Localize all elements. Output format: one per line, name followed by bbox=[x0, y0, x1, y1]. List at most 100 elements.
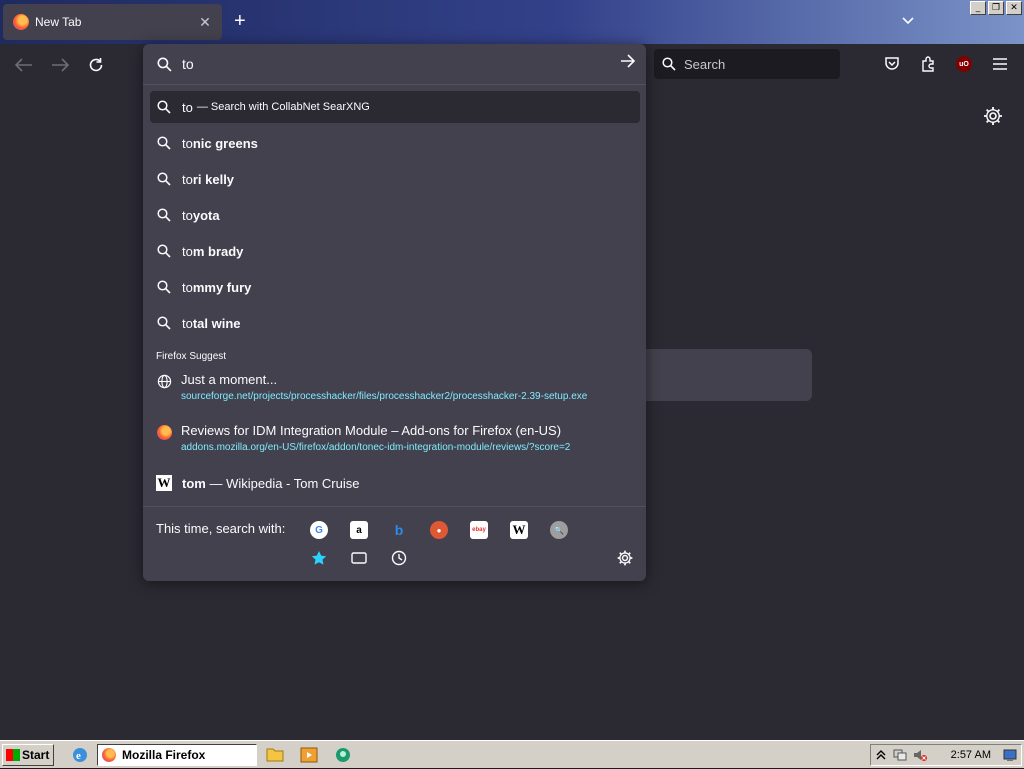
internet-explorer-icon[interactable]: e bbox=[71, 746, 89, 764]
suggestion-prefix: to bbox=[182, 171, 193, 187]
svg-text:e: e bbox=[76, 750, 81, 762]
suggestion-completion: nic greens bbox=[192, 135, 258, 151]
show-desktop-icon[interactable] bbox=[1003, 748, 1017, 762]
taskbar-firefox-button[interactable]: Mozilla Firefox bbox=[97, 744, 257, 766]
search-icon bbox=[156, 243, 172, 259]
wikipedia-result[interactable]: W tom — Wikipedia - Tom Cruise bbox=[150, 471, 640, 495]
urlbar-popup: to to — Search with CollabNet SearXNG to… bbox=[143, 44, 646, 581]
bookmarks-star-icon[interactable] bbox=[310, 549, 328, 567]
extensions-puzzle-icon[interactable] bbox=[917, 53, 939, 75]
amazon-engine-icon[interactable]: a bbox=[350, 521, 368, 539]
suggestion-completion: yota bbox=[192, 207, 220, 223]
tab-strip: New Tab ✕ + _ ❐ ✕ bbox=[0, 0, 1024, 44]
search-placeholder: Search bbox=[684, 56, 726, 72]
globe-icon bbox=[156, 373, 172, 389]
newtab-settings-gear-icon[interactable] bbox=[982, 105, 1004, 132]
firefox-logo-icon bbox=[13, 14, 29, 30]
suggestion-row[interactable]: to nic greens bbox=[150, 127, 640, 159]
tab-close-icon[interactable]: ✕ bbox=[196, 14, 214, 31]
suggestion-prefix: to bbox=[182, 243, 193, 259]
wiki-typed: tom bbox=[182, 475, 206, 491]
suggestion-completion: tal wine bbox=[192, 315, 241, 331]
search-icon bbox=[156, 279, 172, 295]
minimize-button[interactable]: _ bbox=[970, 1, 986, 15]
result-title: Just a moment... bbox=[181, 372, 278, 387]
suggestion-prefix: to bbox=[182, 315, 193, 331]
task-label: Mozilla Firefox bbox=[122, 748, 206, 762]
list-all-tabs-chevron-icon[interactable] bbox=[902, 14, 914, 28]
search-icon bbox=[156, 135, 172, 151]
firefox-suggest-result[interactable]: Just a moment... sourceforge.net/project… bbox=[150, 366, 640, 410]
tabs-icon[interactable] bbox=[350, 549, 368, 567]
windows-flag-icon bbox=[6, 749, 20, 761]
history-clock-icon[interactable] bbox=[390, 549, 408, 567]
reload-icon[interactable] bbox=[84, 53, 108, 77]
suggestion-prefix: to bbox=[182, 279, 193, 295]
result-action: — Search with CollabNet SearXNG bbox=[196, 101, 370, 113]
search-settings-gear-icon[interactable] bbox=[616, 549, 634, 572]
ublock-origin-icon[interactable]: uO bbox=[953, 53, 975, 75]
search-icon bbox=[157, 56, 172, 72]
clock: 2:57 AM bbox=[950, 749, 991, 761]
firefox-logo-icon bbox=[102, 748, 116, 762]
duckduckgo-engine-icon[interactable]: ● bbox=[430, 521, 448, 539]
wikipedia-engine-icon[interactable]: W bbox=[510, 521, 528, 539]
firefox-suggest-result[interactable]: Reviews for IDM Integration Module – Add… bbox=[150, 417, 640, 461]
window-controls: _ ❐ ✕ bbox=[970, 1, 1022, 15]
volume-muted-icon[interactable] bbox=[913, 748, 927, 762]
suggestion-row[interactable]: to mmy fury bbox=[150, 271, 640, 303]
go-arrow-icon[interactable] bbox=[620, 54, 636, 73]
pocket-icon[interactable] bbox=[881, 53, 903, 75]
start-button[interactable]: Start bbox=[2, 744, 54, 766]
search-icon bbox=[156, 171, 172, 187]
restore-button[interactable]: ❐ bbox=[988, 1, 1004, 15]
toolbar-search-field[interactable]: Search bbox=[654, 49, 840, 79]
windows-taskbar: Start e Mozilla Firefox 2:57 AM bbox=[0, 740, 1024, 768]
bing-engine-icon[interactable]: b bbox=[390, 521, 408, 539]
tab-new-tab[interactable]: New Tab ✕ bbox=[3, 4, 222, 40]
one-off-label: This time, search with: bbox=[156, 521, 286, 536]
hamburger-menu-icon[interactable] bbox=[989, 53, 1011, 75]
network-icon[interactable] bbox=[893, 748, 907, 762]
wiki-rest: — Wikipedia - Tom Cruise bbox=[209, 475, 360, 491]
heuristic-search-result[interactable]: to — Search with CollabNet SearXNG bbox=[150, 91, 640, 123]
ebay-engine-icon[interactable]: ebay bbox=[470, 521, 488, 539]
urlbar-input[interactable]: to bbox=[143, 44, 646, 84]
wikipedia-icon: W bbox=[156, 475, 172, 491]
messenger-icon[interactable] bbox=[334, 746, 352, 764]
firefox-addons-icon bbox=[156, 424, 172, 440]
media-player-icon[interactable] bbox=[300, 746, 318, 764]
suggestion-completion: m brady bbox=[192, 243, 244, 259]
tab-title: New Tab bbox=[35, 15, 82, 29]
suggestion-row[interactable]: to m brady bbox=[150, 235, 640, 267]
result-url[interactable]: sourceforge.net/projects/processhacker/f… bbox=[181, 391, 627, 402]
forward-arrow-icon[interactable] bbox=[48, 53, 72, 77]
suggestion-row[interactable]: to yota bbox=[150, 199, 640, 231]
search-icon bbox=[156, 207, 172, 223]
suggestion-row[interactable]: to ri kelly bbox=[150, 163, 640, 195]
urlbar-typed-text: to bbox=[182, 56, 194, 72]
newtab-search-box-partial[interactable] bbox=[640, 349, 812, 401]
suggestion-prefix: to bbox=[182, 135, 193, 151]
system-tray: 2:57 AM bbox=[870, 744, 1022, 766]
google-engine-icon[interactable]: G bbox=[310, 521, 328, 539]
folder-icon[interactable] bbox=[266, 746, 284, 764]
new-tab-plus-icon[interactable]: + bbox=[234, 11, 246, 31]
suggestion-completion: mmy fury bbox=[192, 279, 252, 295]
wiki-result-text: tom — Wikipedia - Tom Cruise bbox=[182, 476, 360, 491]
divider bbox=[143, 506, 646, 507]
start-label: Start bbox=[22, 748, 50, 762]
firefox-window: New Tab ✕ + _ ❐ ✕ Search uO to to — Sear… bbox=[0, 0, 1024, 740]
result-url[interactable]: addons.mozilla.org/en-US/firefox/addon/t… bbox=[181, 442, 627, 453]
divider bbox=[143, 84, 646, 85]
tray-expand-icon[interactable] bbox=[875, 748, 889, 762]
search-icon bbox=[156, 99, 172, 115]
close-window-button[interactable]: ✕ bbox=[1006, 1, 1022, 15]
searxng-engine-icon[interactable]: 🔍 bbox=[550, 521, 568, 539]
suggestion-row[interactable]: to tal wine bbox=[150, 307, 640, 339]
suggestion-prefix: to bbox=[182, 207, 193, 223]
suggestion-completion: ri kelly bbox=[192, 171, 235, 187]
group-label-firefox-suggest: Firefox Suggest bbox=[156, 351, 227, 362]
result-typed: to bbox=[182, 99, 193, 115]
back-arrow-icon[interactable] bbox=[12, 53, 36, 77]
